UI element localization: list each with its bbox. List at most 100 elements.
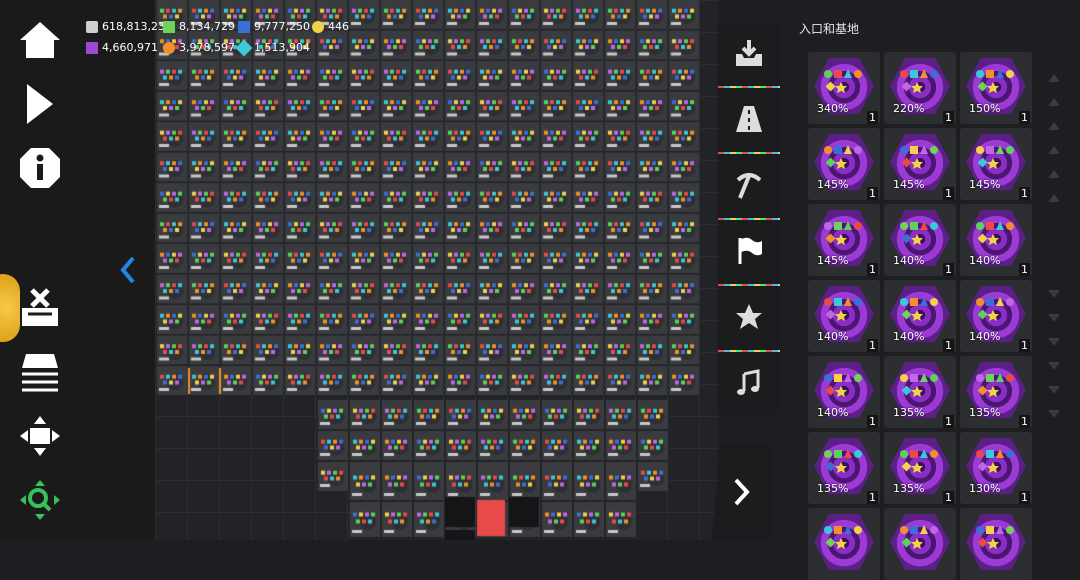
base-card[interactable]: 140% 1	[884, 280, 956, 352]
boost-percent: 135%	[893, 406, 925, 419]
scroll-down-arrow-icon[interactable]	[1048, 386, 1060, 394]
base-card[interactable]: 140% 1	[960, 280, 1032, 352]
scroll-down-arrow-icon[interactable]	[1048, 338, 1060, 346]
resource-value: 3,978,597	[179, 41, 235, 54]
play-icon	[27, 84, 53, 124]
resource-value: 8,134,729	[179, 20, 235, 33]
scroll-up-arrow-icon[interactable]	[1048, 194, 1060, 202]
boost-percent: 140%	[969, 254, 1001, 267]
base-card[interactable]: 140% 1	[808, 356, 880, 428]
currency-icon	[86, 20, 98, 33]
tab-road[interactable]	[718, 88, 780, 150]
scroll-up-arrow-icon[interactable]	[1048, 146, 1060, 154]
base-card[interactable]: 145% 1	[960, 128, 1032, 200]
base-card[interactable]: 135% 1	[960, 356, 1032, 428]
scroll-up-arrow-icon[interactable]	[1048, 170, 1060, 178]
shape-cluster-icon	[976, 525, 1014, 549]
building-tiles[interactable]	[155, 0, 718, 540]
collapse-arrow-icon[interactable]	[120, 256, 136, 284]
shape-cluster-icon	[976, 145, 1014, 169]
shape-cluster-icon	[900, 449, 938, 473]
tab-flag[interactable]	[718, 220, 780, 282]
tab-import[interactable]	[718, 22, 780, 84]
layer-button[interactable]	[14, 346, 66, 398]
base-card[interactable]: 145% 1	[808, 204, 880, 276]
shape-cluster-icon	[824, 69, 862, 93]
star-icon	[736, 304, 762, 329]
build-button[interactable]	[14, 282, 66, 334]
tab-music[interactable]	[718, 352, 780, 414]
base-card[interactable]: 150% 1	[960, 52, 1032, 124]
resource-value: 446	[328, 20, 349, 33]
move-icon	[20, 416, 60, 456]
card-count: 1	[1019, 263, 1030, 276]
base-card[interactable]: 220% 1	[884, 52, 956, 124]
scroll-down-arrow-icon[interactable]	[1048, 410, 1060, 418]
base-card[interactable]	[960, 508, 1032, 580]
flag-icon	[738, 237, 762, 264]
home-button[interactable]	[14, 14, 66, 66]
base-card[interactable]	[808, 508, 880, 580]
zoom-icon	[20, 480, 60, 520]
tab-star[interactable]	[718, 286, 780, 348]
card-count: 1	[867, 263, 878, 276]
base-card[interactable]: 145% 1	[808, 128, 880, 200]
base-card[interactable]: 140% 1	[808, 280, 880, 352]
boost-percent: 135%	[817, 482, 849, 495]
boost-percent: 140%	[893, 254, 925, 267]
base-card[interactable]: 135% 1	[884, 356, 956, 428]
base-card[interactable]: 340% 1	[808, 52, 880, 124]
boost-percent: 140%	[893, 330, 925, 343]
base-card[interactable]: 140% 1	[884, 204, 956, 276]
scroll-up-arrow-icon[interactable]	[1048, 98, 1060, 106]
tab-mining[interactable]	[718, 154, 780, 216]
resource-orange: 3,978,597	[163, 41, 235, 54]
card-count: 1	[1019, 111, 1030, 124]
base-card[interactable]: 135% 1	[808, 432, 880, 504]
resource-value: 1,513,904	[254, 41, 310, 54]
resource-green: 8,134,729	[163, 20, 235, 33]
shape-cluster-icon	[976, 221, 1014, 245]
base-card[interactable]: 145% 1	[884, 128, 956, 200]
card-count: 1	[867, 491, 878, 504]
scroll-up-arrow-icon[interactable]	[1048, 74, 1060, 82]
move-button[interactable]	[14, 410, 66, 462]
shape-cluster-icon	[900, 297, 938, 321]
card-count: 1	[867, 339, 878, 352]
shape-cluster-icon	[900, 69, 938, 93]
card-count: 1	[1019, 187, 1030, 200]
music-icon	[737, 369, 760, 395]
info-button[interactable]	[14, 142, 66, 194]
chevron-right-icon	[734, 478, 750, 506]
boost-percent: 145%	[969, 178, 1001, 191]
boost-percent: 135%	[893, 482, 925, 495]
card-count: 1	[943, 491, 954, 504]
next-page-button[interactable]	[712, 444, 772, 540]
boost-percent: 140%	[969, 330, 1001, 343]
play-button[interactable]	[14, 78, 66, 130]
boost-percent: 340%	[817, 102, 849, 115]
green-shape-icon	[163, 20, 175, 33]
scroll-up-arrow-icon[interactable]	[1048, 122, 1060, 130]
resource-blue: 9,777,250	[238, 20, 310, 33]
base-card[interactable]: 135% 1	[884, 432, 956, 504]
scroll-down-arrow-icon[interactable]	[1048, 362, 1060, 370]
build-icon	[22, 288, 58, 326]
boost-percent: 145%	[893, 178, 925, 191]
base-card[interactable]: 130% 1	[960, 432, 1032, 504]
shape-cluster-icon	[824, 525, 862, 549]
scroll-down-arrow-icon[interactable]	[1048, 290, 1060, 298]
zoom-button[interactable]	[14, 474, 66, 526]
shape-cluster-icon	[976, 449, 1014, 473]
card-count: 1	[1019, 491, 1030, 504]
scroll-down-arrow-icon[interactable]	[1048, 314, 1060, 322]
base-card[interactable]: 140% 1	[960, 204, 1032, 276]
resource-purple: 4,660,971	[86, 41, 158, 54]
card-count: 1	[943, 415, 954, 428]
base-card[interactable]	[884, 508, 956, 580]
boost-percent: 150%	[969, 102, 1001, 115]
boost-percent: 140%	[817, 406, 849, 419]
factory-grid[interactable]	[155, 0, 718, 540]
yellow-shape-icon	[312, 20, 324, 33]
boost-percent: 140%	[817, 330, 849, 343]
